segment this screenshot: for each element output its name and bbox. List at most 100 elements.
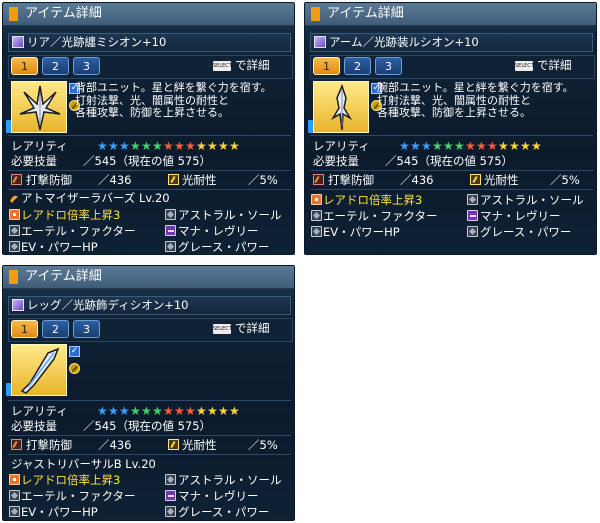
- stat1-value: ／436: [400, 172, 433, 188]
- window-title: アイテム詳細: [327, 6, 404, 21]
- tab-3[interactable]: 3: [375, 57, 402, 75]
- divider: [8, 435, 291, 436]
- stat2-label: 光耐性: [484, 173, 519, 187]
- tab-1[interactable]: 1: [11, 320, 38, 338]
- ability-icon: [165, 209, 176, 220]
- skill-value-text: 545（現在の値 575）: [94, 154, 212, 168]
- skill-label: 必要技量: [313, 154, 359, 168]
- rarity-star-icon: ★: [443, 139, 454, 153]
- select-detail-label: で詳細: [235, 58, 270, 72]
- stat1-value: ／436: [98, 172, 131, 188]
- ability-icon: [467, 194, 478, 205]
- item-name-bar: リア／光跡纏ミシオン+10: [8, 33, 291, 52]
- item-detail-panel-1: アイテム詳細 リア／光跡纏ミシオン+10 1 2 3 SELECT で詳細 ✓ …: [2, 2, 295, 255]
- skill-value: ／545（現在の値 575）: [385, 154, 513, 168]
- divider: [8, 454, 291, 455]
- stat1-value: ／436: [98, 437, 131, 453]
- tab-3[interactable]: 3: [73, 57, 100, 75]
- ability-icon: [165, 225, 176, 236]
- rare-drop-icon: [9, 474, 20, 485]
- stat-row: 打撃防御 ／436 光耐性 ／5%: [8, 172, 291, 188]
- tab-1[interactable]: 1: [11, 57, 38, 75]
- divider: [310, 189, 593, 190]
- stat1-value-text: 436: [109, 438, 132, 452]
- tab-3[interactable]: 3: [73, 320, 100, 338]
- skill-slash: ／: [83, 419, 95, 433]
- stat2-value: ／5%: [550, 172, 580, 188]
- tab-1[interactable]: 1: [313, 57, 340, 75]
- rarity-star-icon: ★: [207, 404, 218, 418]
- rarity-star-icon: ★: [97, 404, 108, 418]
- item-name-bar: アーム／光跡装ルシオン+10: [310, 33, 593, 52]
- ability-2: アストラル・ソール: [178, 208, 282, 222]
- ability-icon: [165, 490, 176, 501]
- rarity-label: レアリティ: [11, 404, 68, 418]
- stat2-value: ／5%: [248, 437, 278, 453]
- item-description: 背部ユニット。星と絆を繋ぐ力を宿す。 打射法撃、光、闇属性の耐性と 各種攻撃、防…: [75, 81, 290, 120]
- stat2-label: 光耐性: [182, 173, 217, 187]
- divider: [8, 189, 291, 190]
- tab-2[interactable]: 2: [344, 57, 371, 75]
- rarity-star-icon: ★: [498, 139, 509, 153]
- element-marker: [308, 120, 313, 133]
- tab-2[interactable]: 2: [42, 320, 69, 338]
- stat1-slash: ／: [98, 173, 110, 187]
- item-detail-panel-3: アイテム詳細 レッグ／光跡飾ディシオン+10 1 2 3 SELECT で詳細 …: [2, 265, 295, 521]
- description-line-3: 各種攻撃、防御を上昇させる。: [377, 106, 531, 119]
- rear-unit-icon: [12, 36, 24, 48]
- ability-3: エーテル・ファクター: [323, 209, 438, 223]
- rarity-star-icon: ★: [196, 139, 207, 153]
- select-detail-label: で詳細: [235, 321, 270, 335]
- rarity-label: レアリティ: [313, 139, 370, 153]
- stat2-value: ／5%: [248, 172, 278, 188]
- rarity-star-icon: ★: [487, 139, 498, 153]
- light-resist-icon: [168, 439, 179, 450]
- ability-5: EV・パワーHP: [21, 240, 98, 254]
- divider: [8, 135, 291, 136]
- rarity-star-icon: ★: [119, 139, 130, 153]
- stat2-value-text: 5%: [259, 438, 278, 452]
- skill-value: ／545（現在の値 575）: [83, 419, 211, 433]
- item-image: [11, 344, 67, 396]
- divider: [310, 170, 593, 171]
- tab-2[interactable]: 2: [42, 57, 69, 75]
- stat2-slash: ／: [248, 438, 260, 452]
- stat2-slash: ／: [550, 173, 562, 187]
- rarity-star-icon: ★: [141, 404, 152, 418]
- rarity-star-icon: ★: [130, 404, 141, 418]
- checkbox-icon[interactable]: ✓: [69, 346, 80, 357]
- leg-unit-icon: [12, 299, 24, 311]
- rarity-star-icon: ★: [130, 139, 141, 153]
- stat2-value-text: 5%: [561, 173, 580, 187]
- item-name-bar: レッグ／光跡飾ディシオン+10: [8, 296, 291, 315]
- rarity-star-icon: ★: [185, 139, 196, 153]
- skill-value-text: 545（現在の値 575）: [94, 419, 212, 433]
- rarity-star-icon: ★: [163, 139, 174, 153]
- window-title: アイテム詳細: [25, 269, 102, 284]
- select-button-icon[interactable]: SELECT: [213, 324, 232, 334]
- skill-value: ／545（現在の値 575）: [83, 154, 211, 168]
- rarity-star-icon: ★: [108, 404, 119, 418]
- light-resist-icon: [168, 174, 179, 185]
- ability-3: エーテル・ファクター: [21, 489, 136, 503]
- stat2-value-text: 5%: [259, 173, 278, 187]
- window-title-bar: アイテム詳細: [3, 266, 294, 289]
- ability-5: EV・パワーHP: [21, 505, 98, 519]
- rarity-star-icon: ★: [421, 139, 432, 153]
- set-bonus-icon: [10, 195, 18, 203]
- element-marker: [6, 383, 11, 396]
- select-button-icon[interactable]: SELECT: [515, 61, 534, 71]
- ability-icon: [9, 490, 20, 501]
- item-name: アーム／光跡装ルシオン+10: [329, 35, 479, 49]
- description-line-1: 背部ユニット。星と絆を繋ぐ力を宿す。: [75, 81, 272, 94]
- ability-icon: [311, 210, 322, 221]
- ability-icon: [311, 226, 322, 237]
- select-button-icon[interactable]: SELECT: [213, 61, 232, 71]
- rarity-star-icon: ★: [207, 139, 218, 153]
- skill-label: 必要技量: [11, 154, 57, 168]
- rarity-star-icon: ★: [163, 404, 174, 418]
- ability-1: レアドロ倍率上昇3: [21, 473, 121, 487]
- stat2-label: 光耐性: [182, 438, 217, 452]
- item-name: レッグ／光跡飾ディシオン+10: [27, 298, 189, 312]
- ability-2: アストラル・ソール: [480, 193, 584, 207]
